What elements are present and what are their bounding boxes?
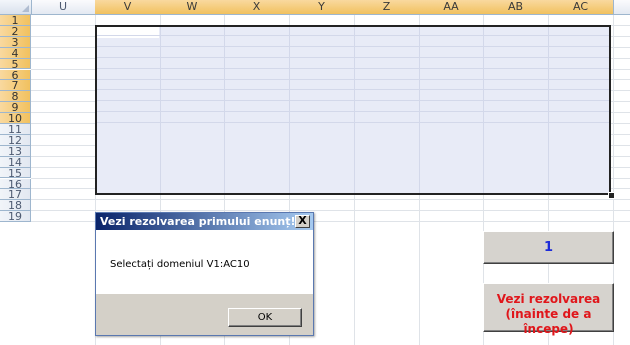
row-header-column: 1 2 3 4 5 6 7 8 9 10 11 12 13 14 15 16 17 18 19 bbox=[0, 15, 31, 345]
column-header-row: U V W X Y Z AA AB AC bbox=[0, 0, 630, 15]
column-header-v[interactable]: V bbox=[95, 0, 161, 14]
grid-row-line bbox=[31, 199, 630, 201]
selection-row-line bbox=[97, 45, 609, 47]
selection-column-line bbox=[483, 27, 484, 193]
selection-row-line bbox=[97, 100, 609, 102]
message-dialog: Vezi rezolvarea primului enunț! X Select… bbox=[95, 212, 314, 336]
column-header-x[interactable]: X bbox=[224, 0, 290, 14]
selection-column-line bbox=[419, 27, 420, 193]
dialog-body: Selectați domeniul V1:AC10 bbox=[96, 230, 313, 294]
column-header-aa[interactable]: AA bbox=[419, 0, 484, 14]
row-header-14[interactable]: 14 bbox=[0, 156, 31, 168]
column-header-w[interactable]: W bbox=[160, 0, 225, 14]
selection-row-line bbox=[97, 67, 609, 69]
selection-column-line bbox=[289, 27, 290, 193]
select-all-corner[interactable] bbox=[0, 0, 32, 14]
dialog-footer: OK bbox=[96, 294, 313, 335]
counter-value: 1 bbox=[543, 240, 554, 255]
column-header-ab[interactable]: AB bbox=[483, 0, 549, 14]
fill-handle[interactable] bbox=[608, 192, 615, 199]
ok-button[interactable]: OK bbox=[228, 308, 302, 327]
dialog-titlebar[interactable]: Vezi rezolvarea primului enunț! X bbox=[96, 213, 313, 230]
row-header-19[interactable]: 19 bbox=[0, 211, 31, 222]
selection-row-line bbox=[97, 122, 609, 124]
solution-button-label-line1: Vezi rezolvarea bbox=[496, 292, 601, 306]
row-header-15[interactable]: 15 bbox=[0, 167, 31, 179]
selection-column-line bbox=[548, 27, 549, 193]
row-header-5[interactable]: 5 bbox=[0, 58, 31, 70]
select-all-icon bbox=[22, 5, 29, 12]
selection-column-line bbox=[354, 27, 355, 193]
show-solution-button[interactable]: Vezi rezolvarea (înainte de a începe) bbox=[483, 283, 614, 336]
active-cell[interactable] bbox=[97, 27, 159, 38]
selection-row-line bbox=[97, 78, 609, 80]
selection-column-line bbox=[224, 27, 225, 193]
row-header-4[interactable]: 4 bbox=[0, 47, 31, 59]
column-header-y[interactable]: Y bbox=[289, 0, 355, 14]
selection-row-line bbox=[97, 111, 609, 113]
counter-button[interactable]: 1 bbox=[483, 231, 614, 264]
column-header-ac[interactable]: AC bbox=[548, 0, 614, 14]
dialog-close-button[interactable]: X bbox=[295, 215, 310, 228]
dialog-title: Vezi rezolvarea primului enunț! bbox=[100, 215, 296, 228]
column-header-z[interactable]: Z bbox=[354, 0, 420, 14]
dialog-message: Selectați domeniul V1:AC10 bbox=[110, 259, 250, 270]
selection-row-line bbox=[97, 89, 609, 91]
solution-button-label-line2: (înainte de a începe) bbox=[505, 307, 592, 336]
selection-column-line bbox=[160, 27, 161, 193]
selection-row-line bbox=[97, 34, 609, 36]
selected-range[interactable] bbox=[95, 25, 611, 195]
column-header-u[interactable]: U bbox=[31, 0, 96, 14]
selection-row-line bbox=[97, 56, 609, 58]
